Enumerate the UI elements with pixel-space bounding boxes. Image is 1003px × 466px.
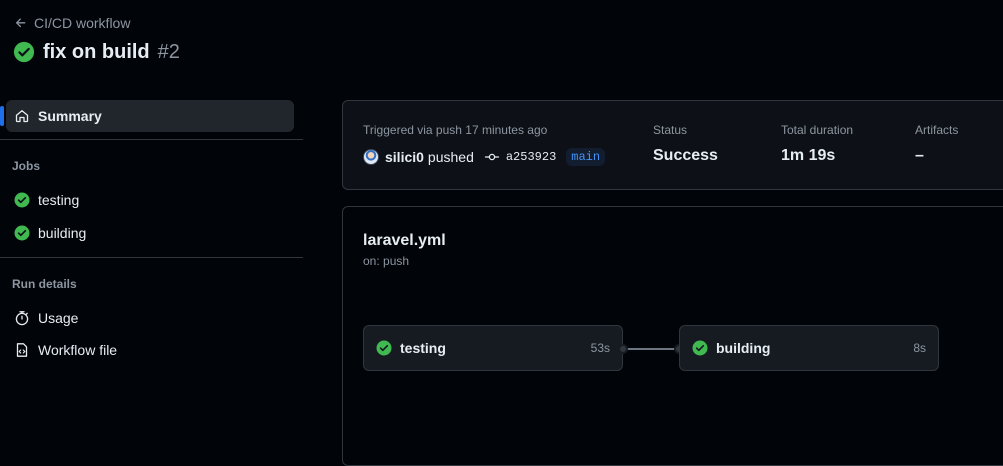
back-link-label: CI/CD workflow — [34, 15, 131, 31]
page-title: fix on build #2 — [13, 38, 180, 66]
job-name: building — [716, 340, 771, 356]
file-code-icon — [16, 343, 28, 357]
back-to-workflow-link[interactable]: CI/CD workflow — [14, 13, 130, 33]
run-title-text: fix on build — [43, 40, 150, 63]
commit-sha-link[interactable]: a253923 — [506, 150, 556, 164]
job-node-building[interactable]: building 8s — [679, 325, 939, 371]
sidebar-item-usage[interactable]: Usage — [6, 303, 294, 333]
check-circle-fill-icon — [692, 340, 708, 356]
branch-label[interactable]: main — [566, 148, 606, 166]
sidebar-item-job-building[interactable]: building — [6, 218, 294, 248]
check-circle-fill-icon — [13, 41, 35, 63]
stopwatch-icon — [15, 311, 29, 326]
status-label: Status — [653, 123, 688, 137]
job-duration: 53s — [590, 341, 610, 355]
run-details-heading: Run details — [12, 277, 77, 291]
job-connector — [623, 348, 679, 350]
job-node-testing[interactable]: testing 53s — [363, 325, 623, 371]
job-name: testing — [400, 340, 446, 356]
sidebar-item-label: building — [38, 225, 87, 241]
avatar[interactable] — [363, 149, 379, 165]
check-circle-fill-icon — [14, 225, 30, 241]
sidebar-item-job-testing[interactable]: testing — [6, 185, 294, 215]
arrow-left-icon — [15, 18, 26, 28]
actor-link[interactable]: silici0 — [385, 149, 424, 165]
jobs-heading: Jobs — [12, 159, 41, 173]
workflow-graph-card: laravel.yml on: push testing 53s buildin… — [342, 206, 1003, 466]
sidebar-item-label: Workflow file — [38, 342, 118, 358]
connector-port — [618, 344, 628, 354]
check-circle-fill-icon — [376, 340, 392, 356]
git-commit-icon — [484, 153, 500, 161]
sidebar-item-label: Usage — [38, 310, 79, 326]
artifacts-label: Artifacts — [915, 123, 959, 137]
active-indicator — [0, 106, 4, 126]
run-number: #2 — [157, 40, 180, 63]
run-summary-card: Triggered via push 17 minutes ago silici… — [342, 100, 1003, 190]
job-duration: 8s — [913, 341, 926, 355]
trigger-text: Triggered via push 17 minutes ago — [363, 123, 548, 137]
home-icon — [15, 110, 29, 123]
trigger-details: silici0 pushed a253923 main — [363, 148, 606, 166]
action-text: pushed — [427, 149, 474, 165]
check-circle-fill-icon — [14, 192, 30, 208]
sidebar-item-workflow-file[interactable]: Workflow file — [6, 335, 294, 365]
status-value: Success — [653, 147, 718, 164]
sidebar-item-summary[interactable]: Summary — [6, 100, 294, 132]
sidebar-divider — [0, 139, 303, 140]
duration-value: 1m 19s — [781, 147, 836, 164]
duration-label: Total duration — [781, 123, 854, 137]
sidebar-divider — [0, 257, 303, 258]
sidebar-item-label: testing — [38, 192, 80, 208]
artifacts-value: – — [915, 147, 924, 164]
sidebar-item-label: Summary — [38, 108, 102, 124]
workflow-file-name[interactable]: laravel.yml — [363, 232, 446, 250]
workflow-trigger: on: push — [363, 254, 410, 268]
